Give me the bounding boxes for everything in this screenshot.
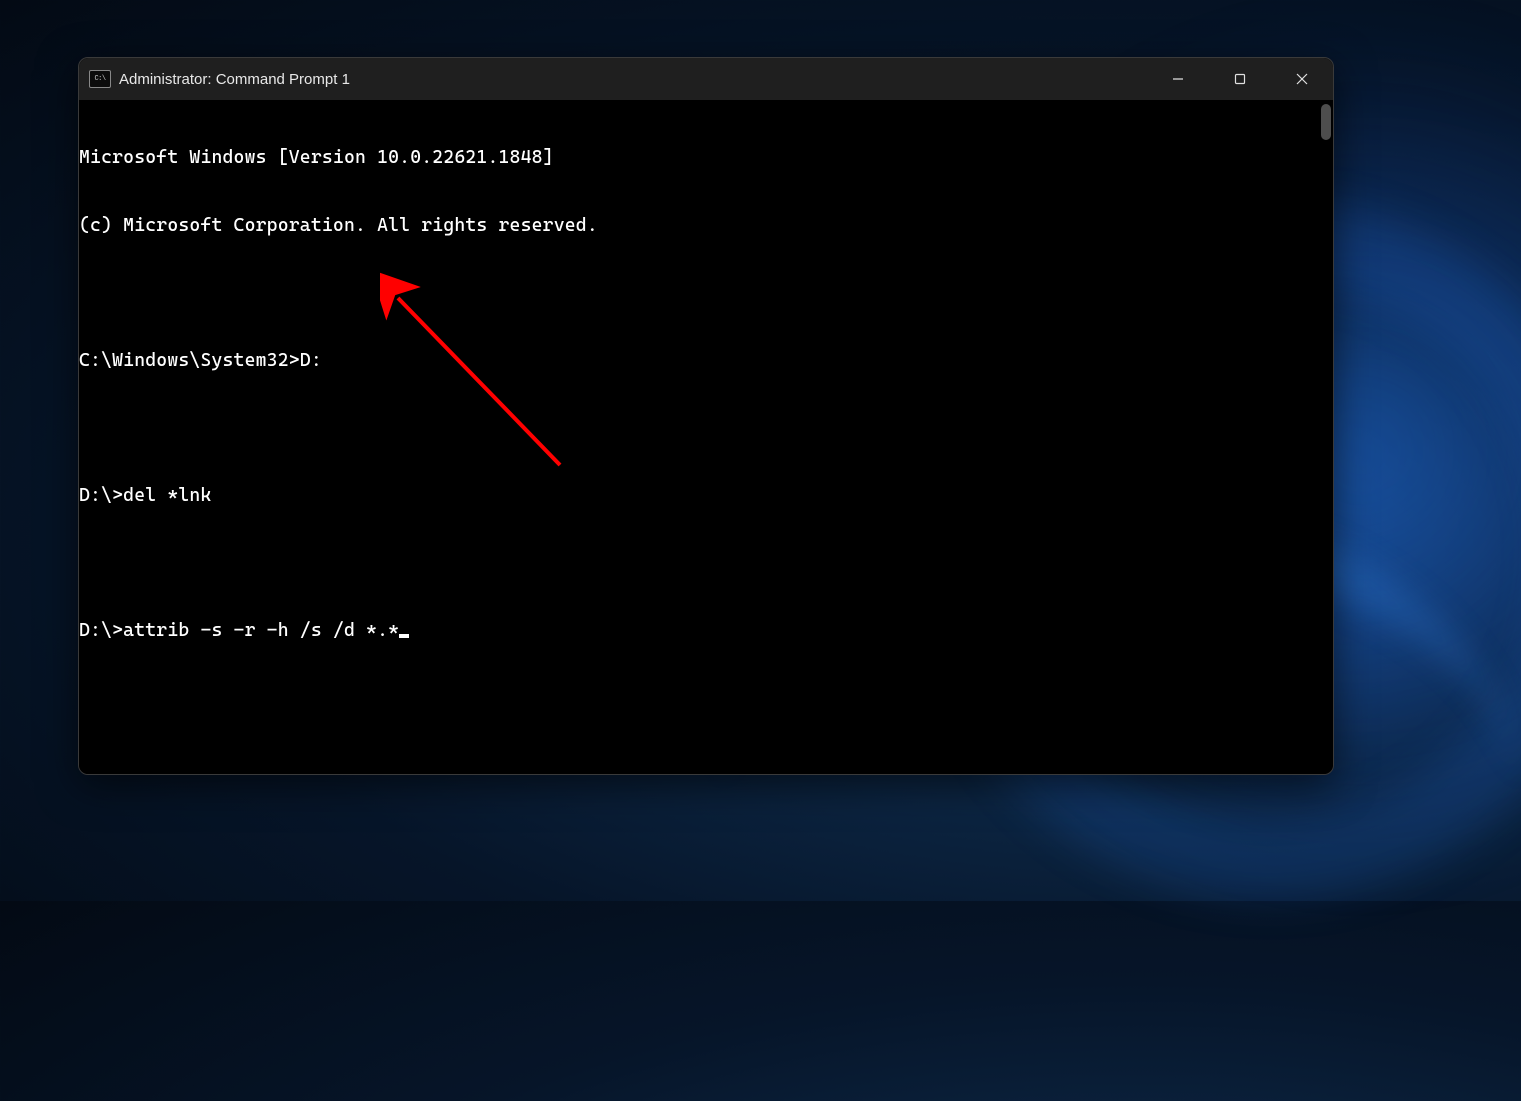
terminal-line: C:\Windows\System32>D: bbox=[79, 350, 1333, 373]
terminal-line: D:\>del *lnk bbox=[79, 485, 1333, 508]
text-cursor bbox=[399, 634, 409, 638]
scrollbar-thumb[interactable] bbox=[1321, 104, 1331, 140]
command-prompt-window: Administrator: Command Prompt 1 bbox=[78, 57, 1334, 775]
close-icon bbox=[1296, 73, 1308, 85]
window-title: Administrator: Command Prompt 1 bbox=[119, 71, 1147, 88]
minimize-icon bbox=[1172, 73, 1184, 85]
terminal-line bbox=[79, 417, 1333, 440]
close-button[interactable] bbox=[1271, 58, 1333, 100]
cmd-icon bbox=[89, 70, 111, 88]
terminal-line: Microsoft Windows [Version 10.0.22621.18… bbox=[79, 147, 1333, 170]
maximize-button[interactable] bbox=[1209, 58, 1271, 100]
scrollbar-track[interactable] bbox=[1321, 104, 1331, 770]
minimize-button[interactable] bbox=[1147, 58, 1209, 100]
terminal-content: Microsoft Windows [Version 10.0.22621.18… bbox=[79, 102, 1333, 687]
terminal-body[interactable]: Microsoft Windows [Version 10.0.22621.18… bbox=[79, 100, 1333, 774]
terminal-current-command: D:\>attrib -s -r -h /s /d *.* bbox=[79, 620, 399, 641]
terminal-line bbox=[79, 552, 1333, 575]
terminal-line: D:\>attrib -s -r -h /s /d *.* bbox=[79, 620, 1333, 643]
terminal-line bbox=[79, 282, 1333, 305]
window-controls bbox=[1147, 58, 1333, 100]
terminal-line: (c) Microsoft Corporation. All rights re… bbox=[79, 215, 1333, 238]
window-titlebar[interactable]: Administrator: Command Prompt 1 bbox=[79, 58, 1333, 100]
maximize-icon bbox=[1234, 73, 1246, 85]
